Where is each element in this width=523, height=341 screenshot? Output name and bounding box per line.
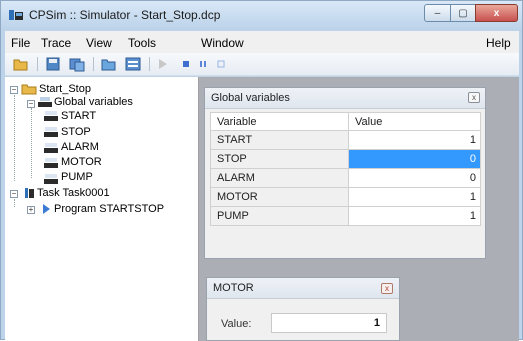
table-row[interactable]: STOP 0	[210, 149, 481, 169]
tree-program[interactable]: Program STARTSTOP	[54, 203, 164, 215]
var-value-cell-selected[interactable]: 0	[348, 149, 481, 169]
stop-icon[interactable]	[178, 56, 194, 72]
project-tree: − Start_Stop − Global variables START ST…	[5, 77, 199, 341]
collapse-project-toggle[interactable]: −	[10, 86, 18, 94]
table-row[interactable]: PUMP 1	[210, 206, 481, 226]
maximize-button[interactable]: ▢	[450, 4, 476, 22]
minimize-icon: –	[434, 7, 441, 19]
tree-var-alarm[interactable]: ALARM	[61, 141, 99, 153]
tree-project[interactable]: Start_Stop	[39, 83, 91, 95]
var-value-cell[interactable]: 1	[348, 130, 481, 150]
list-icon[interactable]	[125, 56, 141, 72]
window-title: CPSim :: Simulator - Start_Stop.dcp	[29, 8, 221, 22]
variable-icon	[44, 111, 58, 121]
toolbar-separator	[37, 57, 38, 71]
menu-help[interactable]: Help	[486, 36, 511, 50]
collapse-task-toggle[interactable]: −	[10, 190, 18, 198]
collapse-globals-toggle[interactable]: −	[27, 100, 35, 108]
var-name-cell: PUMP	[210, 206, 349, 226]
tree-global-variables[interactable]: Global variables	[54, 96, 133, 108]
var-value-cell[interactable]: 1	[348, 187, 481, 207]
column-header-value[interactable]: Value	[348, 112, 481, 131]
tree-var-motor[interactable]: MOTOR	[61, 156, 102, 168]
variable-icon	[44, 174, 58, 184]
var-name-cell: STOP	[210, 149, 349, 169]
value-label: Value:	[221, 318, 252, 330]
variables-table: Variable Value START 1 STOP 0 ALARM 0 MO…	[210, 112, 481, 226]
tree-var-pump[interactable]: PUMP	[61, 171, 93, 183]
var-name-cell: START	[210, 130, 349, 150]
open-folder-icon[interactable]	[13, 56, 29, 72]
table-header-row: Variable Value	[210, 112, 481, 131]
panel-close-button[interactable]: x	[381, 283, 393, 294]
menu-bar: File Trace View Tools Window Help	[5, 31, 519, 53]
column-header-variable[interactable]: Variable	[210, 112, 349, 131]
build-icon[interactable]	[69, 56, 85, 72]
variable-icon	[44, 127, 58, 137]
close-icon: x	[472, 93, 476, 102]
minimize-button[interactable]: –	[424, 4, 451, 22]
app-window: CPSim :: Simulator - Start_Stop.dcp – ▢ …	[0, 0, 523, 341]
variable-icon	[44, 143, 58, 153]
close-icon: x	[493, 7, 500, 19]
tree-connector	[31, 108, 32, 178]
variable-icon	[44, 158, 58, 168]
var-name-cell: MOTOR	[210, 187, 349, 207]
table-row[interactable]: ALARM 0	[210, 168, 481, 188]
maximize-icon: ▢	[458, 7, 468, 19]
menu-tools[interactable]: Tools	[128, 36, 156, 50]
folder-icon	[21, 84, 37, 95]
panel-title: Global variables	[211, 92, 290, 104]
table-row[interactable]: MOTOR 1	[210, 187, 481, 207]
global-variables-panel: Global variables x Variable Value START …	[204, 87, 486, 259]
toolbar-separator	[149, 57, 150, 71]
var-name-cell: ALARM	[210, 168, 349, 188]
panel-header[interactable]: Global variables x	[205, 88, 485, 109]
motor-panel: MOTOR x Value: 1	[206, 277, 400, 341]
panel-header[interactable]: MOTOR x	[207, 278, 399, 299]
menu-view[interactable]: View	[86, 36, 112, 50]
global-variables-icon	[38, 97, 52, 107]
table-row[interactable]: START 1	[210, 130, 481, 150]
tree-var-start[interactable]: START	[61, 110, 96, 122]
panel-close-button[interactable]: x	[468, 92, 480, 103]
save-icon[interactable]	[45, 56, 61, 72]
expand-program-toggle[interactable]: +	[27, 206, 35, 214]
step-icon[interactable]	[213, 56, 229, 72]
close-icon: x	[385, 284, 389, 293]
menu-trace[interactable]: Trace	[41, 36, 71, 50]
run-icon[interactable]	[155, 56, 171, 72]
tree-var-stop[interactable]: STOP	[61, 126, 91, 138]
title-bar[interactable]: CPSim :: Simulator - Start_Stop.dcp – ▢ …	[1, 1, 522, 29]
var-value-cell[interactable]: 1	[348, 206, 481, 226]
menu-window[interactable]: Window	[201, 36, 244, 50]
new-project-icon[interactable]	[101, 56, 117, 72]
tree-connector	[14, 95, 15, 181]
app-icon	[9, 10, 23, 20]
close-button[interactable]: x	[475, 4, 518, 22]
toolbar	[5, 53, 519, 76]
motor-value-field[interactable]: 1	[271, 313, 387, 333]
toolbar-separator	[93, 57, 94, 71]
tree-connector	[14, 199, 15, 207]
var-value-cell[interactable]: 0	[348, 168, 481, 188]
tree-task[interactable]: Task Task0001	[37, 187, 110, 199]
panel-title: MOTOR	[213, 282, 254, 294]
pause-icon[interactable]	[195, 56, 211, 72]
menu-file[interactable]: File	[11, 36, 30, 50]
